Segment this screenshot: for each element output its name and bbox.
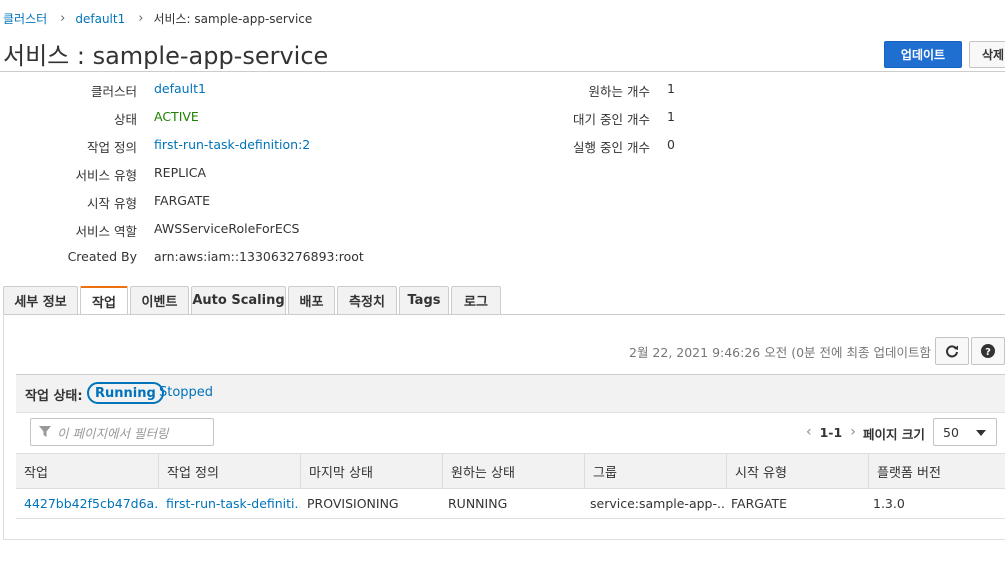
table-header: 작업 작업 정의 마지막 상태 원하는 상태 그룹 시작 유형 플랫폼 버전 [16,453,1005,489]
detail-label: 서비스 유형 [75,168,137,183]
detail-value: 1 [667,109,675,124]
header-divider [0,71,1005,72]
detail-label: 원하는 개수 [588,84,650,99]
page-size-select[interactable]: 50 [933,418,997,446]
page-size-value: 50 [943,424,959,440]
detail-value: AWSServiceRoleForECS [154,221,300,236]
platform-version-cell: 1.3.0 [873,496,905,511]
page-size-label: 페이지 크기 [863,427,925,442]
refresh-icon [946,345,958,358]
tab-events[interactable]: 이벤트 [130,286,189,314]
tab-deployments[interactable]: 배포 [288,286,335,314]
help-icon: ? [981,344,995,358]
update-button[interactable]: 업데이트 [884,41,962,68]
chevron-right-icon: › [60,11,66,26]
breadcrumb-current: 서비스: sample-app-service [153,12,313,26]
column-header-desired-status[interactable]: 원하는 상태 [443,454,585,488]
column-header-launch-type[interactable]: 시작 유형 [727,454,869,488]
column-header-platform-version[interactable]: 플랫폼 버전 [869,454,1005,488]
detail-row-launch-type: 시작 유형 FARGATE [0,193,600,211]
detail-value: REPLICA [154,165,207,180]
task-id-link[interactable]: 4427bb42f5cb47d6a... [16,489,159,518]
chevron-left-icon[interactable]: ‹ [806,424,812,440]
stopped-filter-link[interactable]: Stopped [159,385,213,400]
refresh-button[interactable] [935,337,969,365]
detail-row-pending-count: 대기 중인 개수 1 [0,109,700,127]
help-button[interactable]: ? [971,337,1005,365]
tab-logs[interactable]: 로그 [451,286,501,314]
group-cell: service:sample-app-... [590,496,724,511]
filter-placeholder: 이 페이지에서 필터링 [57,425,169,441]
page-title: 서비스 : sample-app-service [3,42,329,70]
detail-value: arn:aws:iam::133063276893:root [154,249,364,264]
filter-icon [39,426,51,437]
task-status-label: 작업 상태: [25,389,83,404]
running-filter-toggle[interactable]: Running [87,382,164,404]
breadcrumb-cluster-link[interactable]: default1 [75,12,125,26]
tab-bar: 세부 정보 작업 이벤트 Auto Scaling 배포 측정치 Tags 로그 [3,286,503,315]
detail-value: 0 [667,137,675,152]
detail-label: 시작 유형 [87,196,137,211]
detail-row-running-count: 실행 중인 개수 0 [0,137,700,155]
tab-tags[interactable]: Tags [399,286,449,314]
detail-label: 대기 중인 개수 [573,112,650,127]
last-status-cell: PROVISIONING [307,496,399,511]
detail-value: FARGATE [154,193,211,208]
detail-label: 실행 중인 개수 [573,140,650,155]
launch-type-cell: FARGATE [731,496,788,511]
detail-label: Created By [67,249,137,264]
column-header-last-status[interactable]: 마지막 상태 [301,454,443,488]
detail-row-service-type: 서비스 유형 REPLICA [0,165,600,183]
chevron-right-icon[interactable]: › [850,424,856,440]
page-range: 1-1 [819,424,843,440]
tab-metrics[interactable]: 측정치 [337,286,397,314]
svg-text:?: ? [985,347,991,358]
filter-input[interactable]: 이 페이지에서 필터링 [30,418,214,446]
detail-row-desired-count: 원하는 개수 1 [0,81,700,99]
desired-status-cell: RUNNING [448,496,508,511]
pagination: ‹ 1-1 › [806,424,856,440]
delete-button[interactable]: 삭제 [969,41,1005,68]
tab-details[interactable]: 세부 정보 [3,286,78,314]
column-header-task[interactable]: 작업 [16,454,159,488]
task-definition-link[interactable]: first-run-task-definiti... [158,489,300,518]
detail-label: 서비스 역할 [75,224,137,239]
breadcrumb-clusters-link[interactable]: 클러스터 [3,10,47,27]
tab-auto-scaling[interactable]: Auto Scaling [191,286,286,314]
chevron-right-icon: › [138,11,144,26]
detail-value: 1 [667,81,675,96]
last-updated-text: 2월 22, 2021 9:46:26 오전 (0분 전에 최종 업데이트함 [629,345,931,360]
detail-row-created-by: Created By arn:aws:iam::133063276893:roo… [0,249,600,267]
caret-down-icon [976,430,986,436]
column-header-group[interactable]: 그룹 [585,454,727,488]
column-header-task-definition[interactable]: 작업 정의 [159,454,301,488]
detail-row-service-role: 서비스 역할 AWSServiceRoleForECS [0,221,600,239]
breadcrumb: 클러스터 › default1 › 서비스: sample-app-servic… [3,10,312,27]
tab-tasks[interactable]: 작업 [80,286,128,315]
table-row: 4427bb42f5cb47d6a... first-run-task-defi… [16,489,1005,519]
